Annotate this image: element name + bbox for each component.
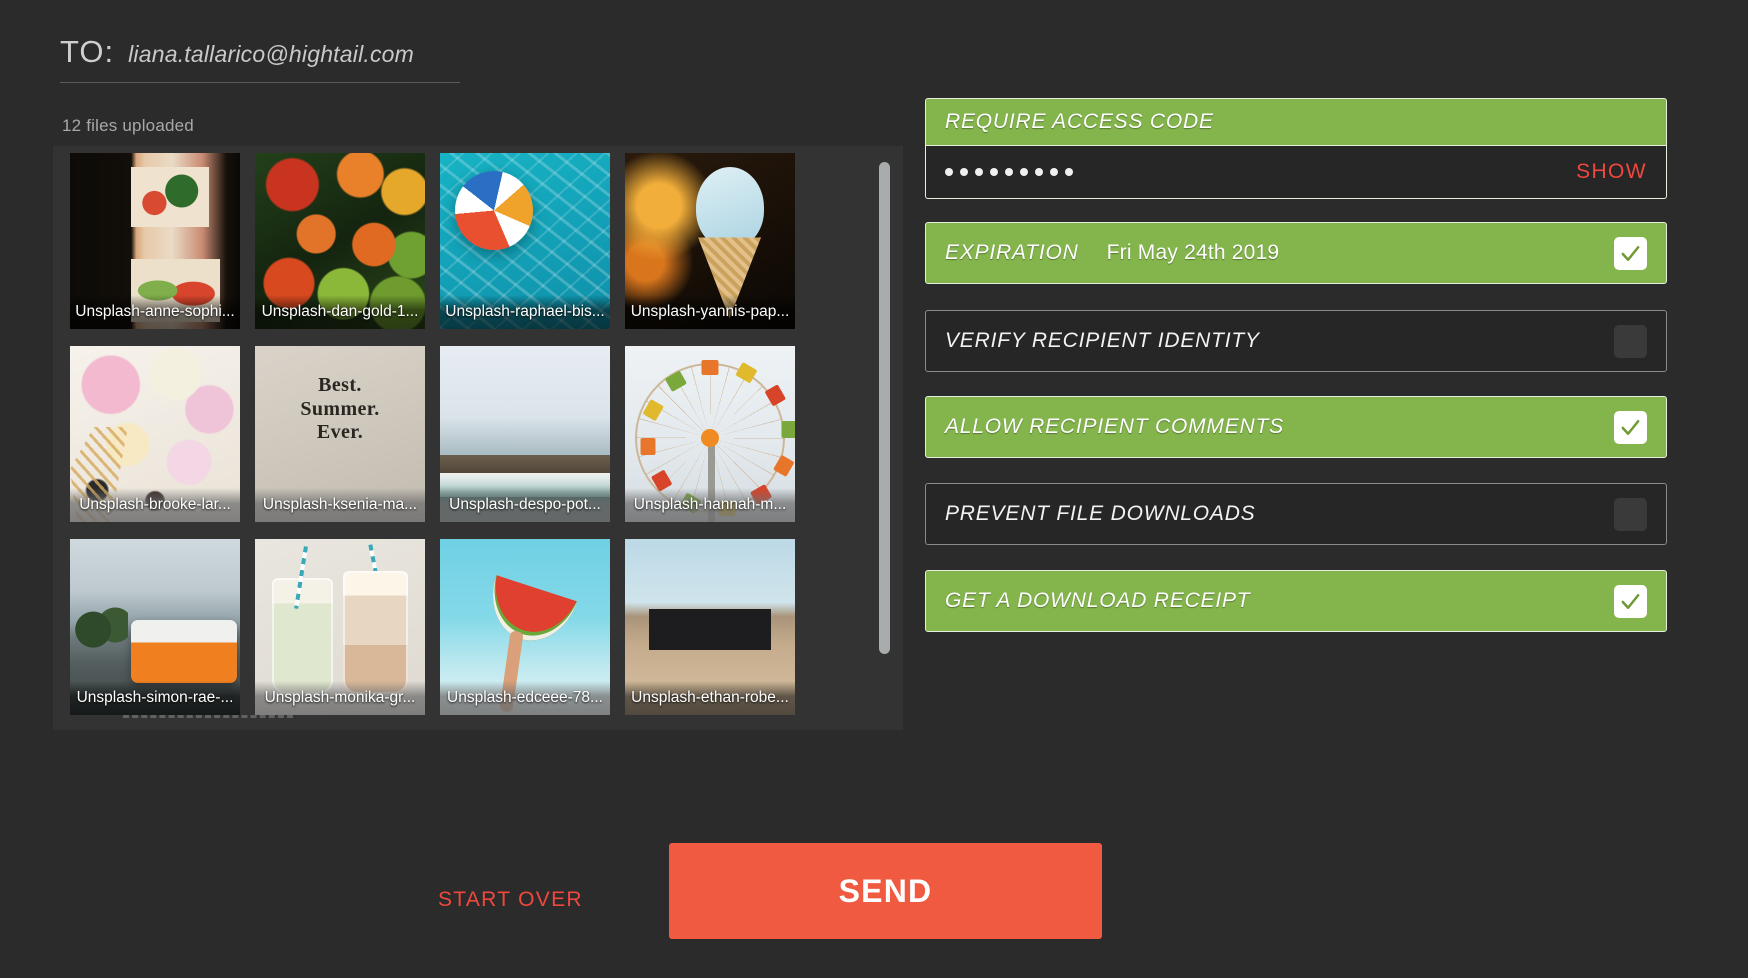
option-label: ALLOW RECIPIENT COMMENTS: [945, 415, 1284, 438]
option-label: PREVENT FILE DOWNLOADS: [945, 502, 1256, 525]
straw-icon: [368, 544, 384, 604]
file-grid-scrollbar[interactable]: [879, 154, 890, 722]
file-thumbnail[interactable]: Unsplash-monika-gr...: [255, 539, 425, 715]
access-code-dot: [1020, 168, 1028, 176]
access-code-input-row[interactable]: SHOW: [925, 146, 1667, 199]
file-thumbnail[interactable]: Unsplash-raphael-bis...: [440, 153, 610, 329]
ferris-wheel-car: [781, 420, 795, 438]
file-thumbnail[interactable]: Unsplash-ethan-robe...: [625, 539, 795, 715]
access-code-dot: [945, 168, 953, 176]
send-files-page: TO: liana.tallarico@hightail.com 12 file…: [0, 0, 1748, 978]
check-icon: [1621, 419, 1640, 435]
file-grid: Unsplash-anne-sophi... Unsplash-dan-gold-…: [70, 153, 870, 730]
file-thumbnail-caption: Unsplash-ksenia-ma...: [255, 488, 425, 522]
recipient-field[interactable]: TO: liana.tallarico@hightail.com: [60, 34, 460, 83]
option-row-prevent-file-downloads[interactable]: PREVENT FILE DOWNLOADS: [925, 483, 1667, 545]
option-row-verify-recipient-identity[interactable]: VERIFY RECIPIENT IDENTITY: [925, 310, 1667, 372]
access-code-dot: [1065, 168, 1073, 176]
file-thumbnail-caption: Unsplash-raphael-bis...: [440, 295, 610, 329]
file-thumbnail[interactable]: Unsplash-anne-sophi...: [70, 153, 240, 329]
file-grid-scrollbar-thumb[interactable]: [879, 162, 890, 654]
security-options-panel: REQUIRE ACCESS CODE SHOW EXPIRATION Fri M…: [925, 0, 1685, 978]
poster-text: Best. Summer. Ever.: [300, 374, 380, 444]
file-thumbnail-row: Unsplash-brooke-lar... Best. Summer. Ever. U…: [70, 346, 870, 522]
access-code-dot: [960, 168, 968, 176]
file-thumbnail[interactable]: Unsplash-dan-gold-1...: [255, 153, 425, 329]
checkbox-unchecked[interactable]: [1614, 324, 1647, 358]
file-thumbnail[interactable]: Unsplash-hannah-m...: [625, 346, 795, 522]
file-thumbnail-caption: Unsplash-anne-sophi...: [70, 295, 240, 329]
option-label: GET A DOWNLOAD RECEIPT: [945, 589, 1251, 612]
file-thumbnail-caption: Unsplash-monika-gr...: [255, 681, 425, 715]
option-value[interactable]: Fri May 24th 2019: [1107, 241, 1280, 265]
option-row-get-a-download-receipt[interactable]: GET A DOWNLOAD RECEIPT: [925, 570, 1667, 632]
access-code-dot: [975, 168, 983, 176]
option-label: VERIFY RECIPIENT IDENTITY: [945, 329, 1260, 352]
checkbox-checked[interactable]: [1614, 410, 1647, 444]
recipient-email[interactable]: liana.tallarico@hightail.com: [128, 41, 414, 68]
file-thumbnail[interactable]: Unsplash-brooke-lar...: [70, 346, 240, 522]
file-thumbnail[interactable]: Unsplash-yannis-pap...: [625, 153, 795, 329]
to-label: TO:: [60, 34, 115, 69]
show-access-code-link[interactable]: SHOW: [1576, 160, 1647, 184]
file-thumbnail[interactable]: Unsplash-simon-rae-...: [70, 539, 240, 715]
ferris-wheel-car: [640, 437, 656, 455]
require-access-code-option[interactable]: REQUIRE ACCESS CODE SHOW: [925, 98, 1667, 199]
check-icon: [1621, 245, 1640, 261]
file-thumbnail-caption: Unsplash-hannah-m...: [625, 488, 795, 522]
upload-placeholder-dashed[interactable]: [123, 715, 293, 718]
file-thumbnail-row: Unsplash-simon-rae-... Unsplash-monika-gr…: [70, 539, 870, 715]
option-label: EXPIRATION: [945, 241, 1079, 264]
ferris-wheel-hub: [701, 428, 719, 447]
files-uploaded-count: 12 files uploaded: [62, 116, 194, 135]
require-access-code-header[interactable]: REQUIRE ACCESS CODE: [925, 98, 1667, 146]
access-code-dot: [1005, 168, 1013, 176]
access-code-dot: [1050, 168, 1058, 176]
file-thumbnail-caption: Unsplash-simon-rae-...: [70, 681, 240, 715]
file-thumbnail[interactable]: Best. Summer. Ever. Unsplash-ksenia-ma...: [255, 346, 425, 522]
file-thumbnail-caption: Unsplash-dan-gold-1...: [255, 295, 425, 329]
start-over-button[interactable]: START OVER: [438, 888, 583, 912]
ferris-wheel-car: [701, 359, 719, 375]
check-icon: [1621, 593, 1640, 609]
access-code-masked-value[interactable]: [945, 168, 1073, 176]
left-column: TO: liana.tallarico@hightail.com 12 file…: [0, 0, 920, 978]
option-row-expiration[interactable]: EXPIRATION Fri May 24th 2019: [925, 222, 1667, 284]
file-thumbnail[interactable]: Unsplash-despo-pot...: [440, 346, 610, 522]
file-thumbnail-caption: Unsplash-brooke-lar...: [70, 488, 240, 522]
send-button[interactable]: SEND: [669, 843, 1102, 939]
access-code-dot: [990, 168, 998, 176]
require-access-code-label: REQUIRE ACCESS CODE: [945, 110, 1214, 133]
checkbox-checked[interactable]: [1614, 236, 1647, 270]
checkbox-checked[interactable]: [1614, 584, 1647, 618]
file-thumbnail-row: Unsplash-anne-sophi... Unsplash-dan-gold-…: [70, 153, 870, 329]
file-thumbnail-caption: Unsplash-despo-pot...: [440, 488, 610, 522]
access-code-dot: [1035, 168, 1043, 176]
file-thumbnail-caption: Unsplash-ethan-robe...: [625, 681, 795, 715]
file-thumbnail-caption: Unsplash-edceee-78...: [440, 681, 610, 715]
file-grid-panel: Unsplash-anne-sophi... Unsplash-dan-gold-…: [53, 146, 903, 730]
file-thumbnail-caption: Unsplash-yannis-pap...: [625, 295, 795, 329]
straw-icon: [294, 546, 309, 610]
option-row-allow-recipient-comments[interactable]: ALLOW RECIPIENT COMMENTS: [925, 396, 1667, 458]
file-thumbnail[interactable]: Unsplash-edceee-78...: [440, 539, 610, 715]
checkbox-unchecked[interactable]: [1614, 497, 1647, 531]
